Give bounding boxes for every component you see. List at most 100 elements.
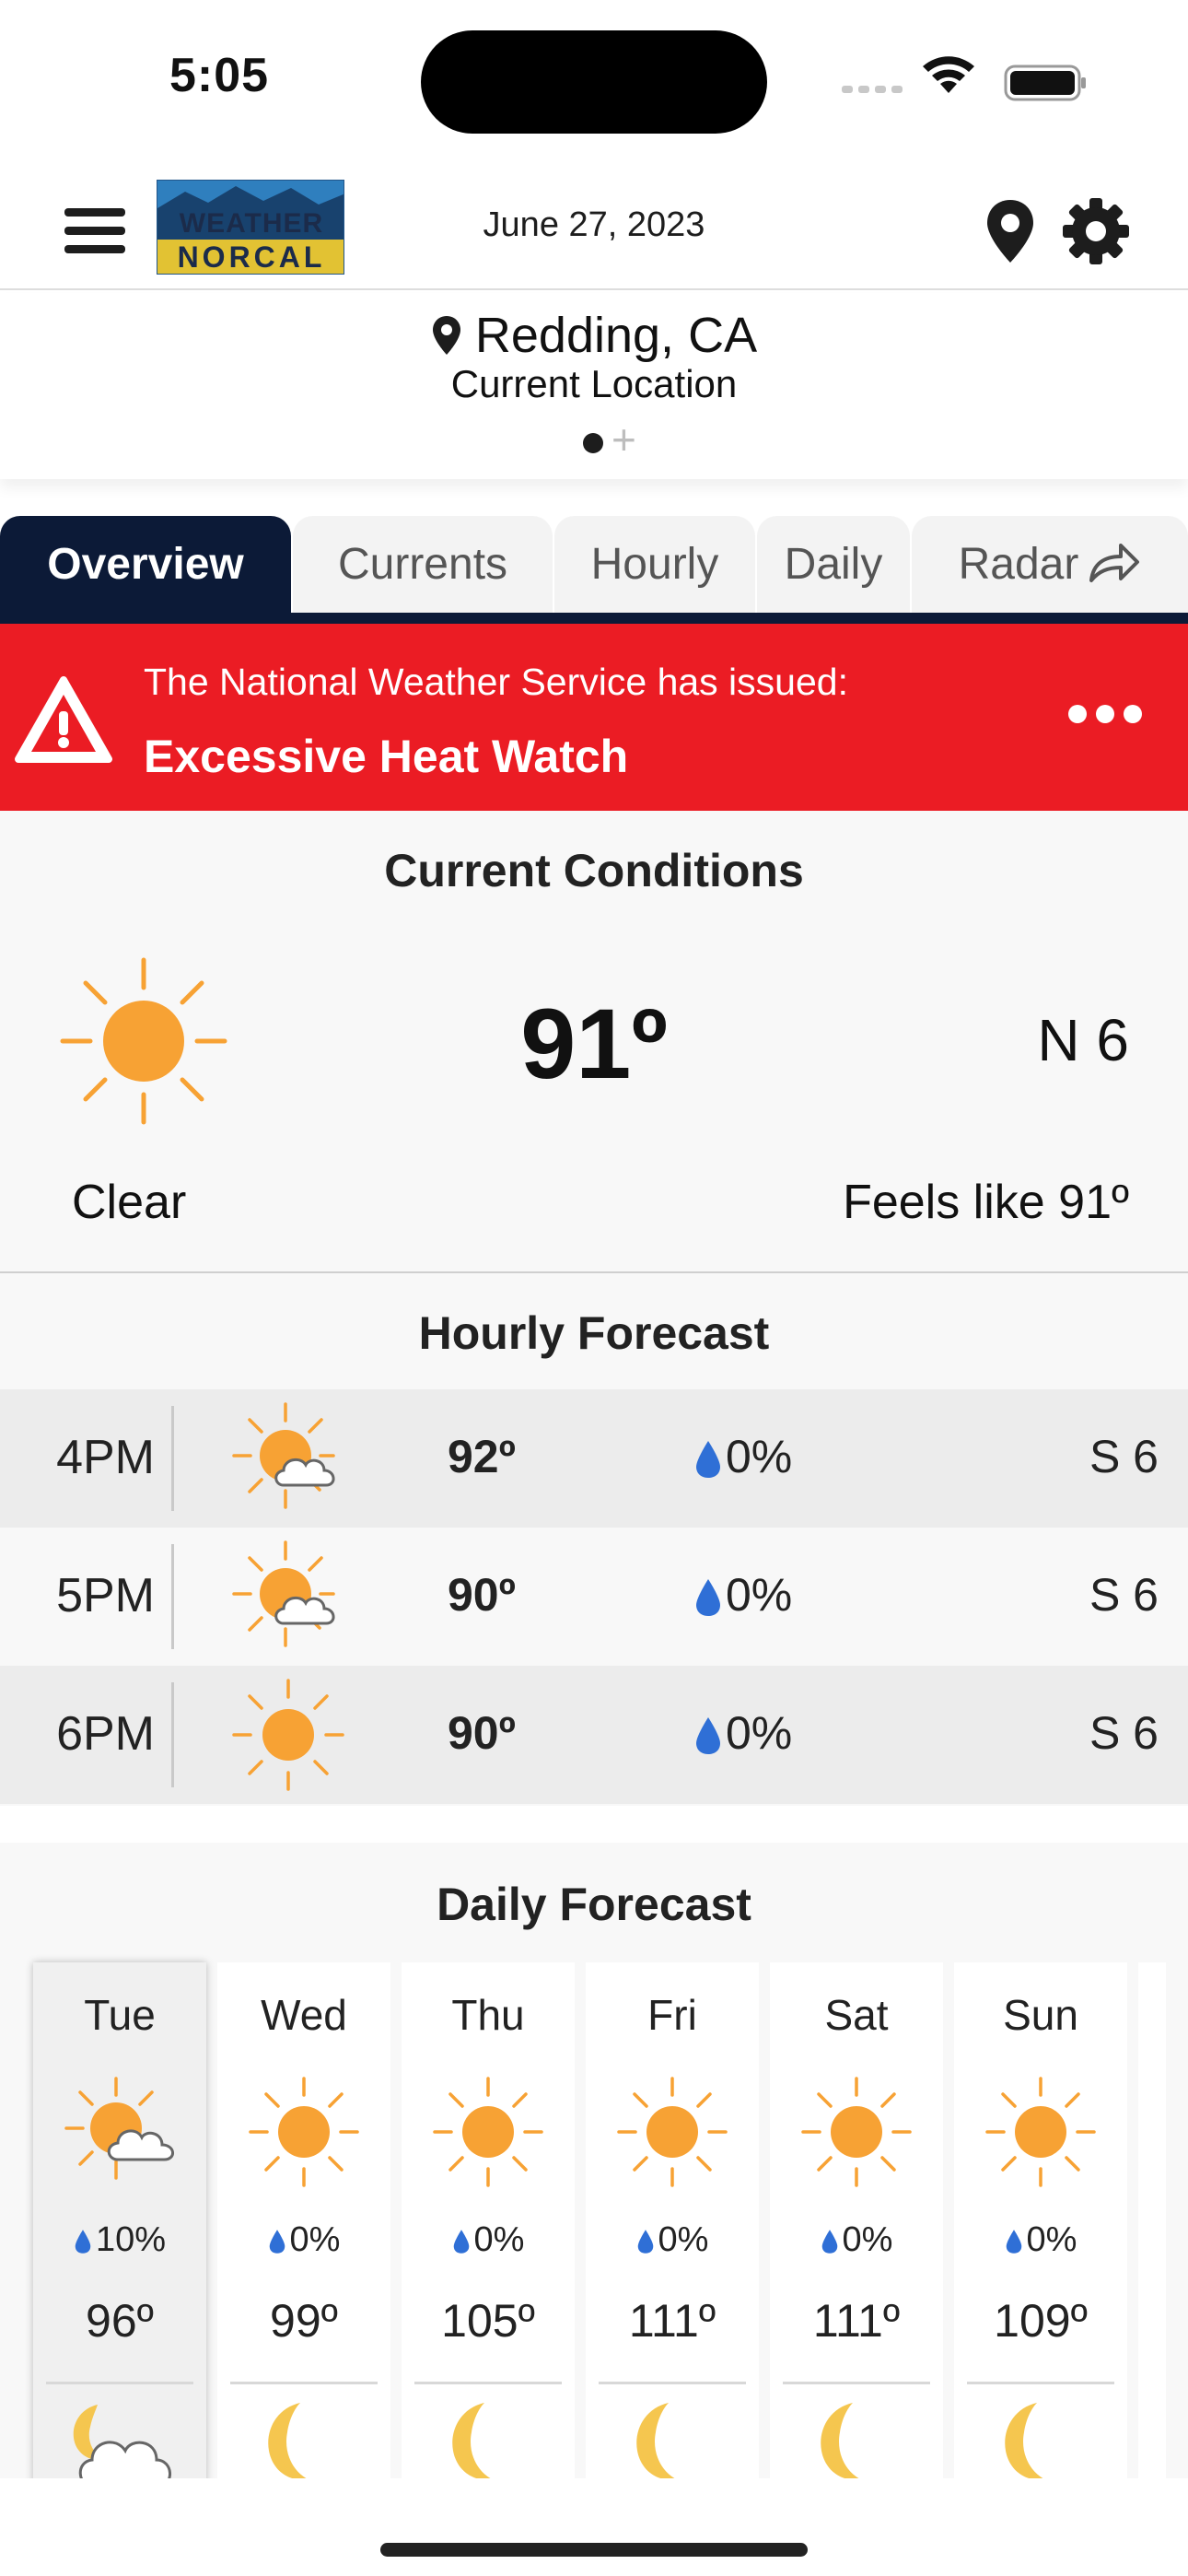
current-conditions-title: Current Conditions bbox=[384, 845, 804, 896]
location-page-dots[interactable]: + bbox=[578, 418, 652, 461]
daily-card[interactable]: Tue 10% 96º bbox=[33, 1962, 206, 2478]
weather-alert-banner[interactable]: The National Weather Service has issued:… bbox=[0, 624, 1188, 811]
location-subtitle: Current Location bbox=[450, 362, 738, 405]
divider bbox=[967, 2382, 1114, 2384]
tab-overview[interactable]: Overview bbox=[0, 516, 291, 613]
hourly-row[interactable]: 6PM 90º 0% S 6 bbox=[0, 1666, 1188, 1804]
raindrop-icon bbox=[696, 1441, 720, 1478]
weather-norcal-logo: WEATHER NORCAL bbox=[157, 180, 344, 275]
day-high-temp: 109º bbox=[994, 2295, 1088, 2347]
raindrop-icon bbox=[1006, 2230, 1021, 2254]
location-name: Redding, CA bbox=[474, 308, 758, 363]
day-name: Sun bbox=[1003, 1991, 1078, 2039]
hour-precip-value: 0% bbox=[726, 1707, 793, 1759]
moon-icon bbox=[636, 2403, 675, 2478]
feels-like: Feels like 91º bbox=[843, 1176, 1129, 1229]
moon-icon bbox=[452, 2403, 491, 2478]
tab-currents[interactable]: Currents bbox=[293, 516, 553, 613]
more-options-icon[interactable] bbox=[1068, 705, 1151, 732]
raindrop-icon bbox=[75, 2230, 91, 2254]
alert-issuer-text: The National Weather Service has issued: bbox=[144, 661, 848, 703]
hour-wind: S 6 bbox=[1089, 1569, 1159, 1621]
sun-icon bbox=[617, 2077, 728, 2187]
divider bbox=[783, 2382, 930, 2384]
day-name: Sat bbox=[824, 1991, 889, 2039]
divider bbox=[599, 2382, 746, 2384]
hour-wind: S 6 bbox=[1089, 1707, 1159, 1759]
daily-card[interactable]: Sat 0% 111º bbox=[770, 1962, 943, 2478]
app-header: WEATHER NORCAL June 27, 2023 bbox=[0, 170, 1188, 290]
daily-card[interactable]: Wed 0% 99º bbox=[217, 1962, 390, 2478]
location-pin-icon bbox=[432, 316, 460, 355]
tab-radar-label: Radar bbox=[958, 540, 1079, 589]
sun-icon bbox=[801, 2077, 912, 2187]
tab-daily[interactable]: Daily bbox=[757, 516, 910, 613]
raindrop-icon bbox=[821, 2230, 837, 2254]
current-temperature: 91º bbox=[520, 988, 668, 1099]
gear-icon[interactable] bbox=[1061, 196, 1131, 266]
divider bbox=[171, 1406, 174, 1511]
day-high-temp: 96º bbox=[86, 2295, 154, 2347]
divider bbox=[171, 1682, 174, 1787]
day-precip-value: 10% bbox=[95, 2220, 167, 2259]
daily-forecast-title: Daily Forecast bbox=[437, 1879, 751, 1930]
daily-forecast: Daily Forecast Tue 10% 96º Wed 0% 99º Th… bbox=[0, 1843, 1188, 2478]
logo-bottom-text: NORCAL bbox=[157, 240, 344, 274]
divider bbox=[171, 1544, 174, 1649]
moon-icon bbox=[1005, 2403, 1043, 2478]
day-precip-value: 0% bbox=[658, 2220, 709, 2259]
daily-card[interactable]: Fri 0% 111º bbox=[586, 1962, 759, 2478]
day-precip-value: 0% bbox=[289, 2220, 341, 2259]
status-bar: 5:05 bbox=[0, 0, 1188, 157]
day-high-temp: 99º bbox=[270, 2295, 338, 2347]
status-time: 5:05 bbox=[169, 49, 270, 102]
day-high-temp: 111º bbox=[628, 2295, 716, 2347]
partly-cloudy-icon bbox=[232, 1540, 335, 1647]
tab-hourly[interactable]: Hourly bbox=[554, 516, 755, 613]
location-header[interactable]: Redding, CA Current Location + bbox=[0, 293, 1188, 479]
hour-precip: 0% bbox=[694, 1706, 792, 1760]
current-condition: Clear bbox=[72, 1176, 187, 1229]
hour-time: 4PM bbox=[56, 1431, 155, 1484]
hour-wind: S 6 bbox=[1089, 1431, 1159, 1482]
divider bbox=[414, 2382, 562, 2384]
share-arrow-icon bbox=[1089, 544, 1140, 582]
add-location-plus-icon[interactable]: + bbox=[611, 418, 636, 461]
menu-button[interactable] bbox=[64, 203, 129, 258]
hour-time: 5PM bbox=[56, 1569, 155, 1622]
hourly-forecast: Hourly Forecast 4PM 92º 0% S 6 5PM 90º 0… bbox=[0, 1273, 1188, 1806]
daily-card[interactable]: Thu 0% 105º bbox=[402, 1962, 575, 2478]
bottom-safe-area bbox=[0, 2478, 1188, 2576]
location-line: Redding, CA bbox=[0, 307, 1188, 364]
day-precip: 0% bbox=[770, 2220, 943, 2260]
day-precip: 0% bbox=[217, 2220, 390, 2260]
daily-card-peek[interactable] bbox=[1138, 1962, 1166, 2478]
location-pin-icon[interactable] bbox=[980, 198, 1041, 264]
current-conditions: Current Conditions 91º N 6 Clear Feels l… bbox=[0, 811, 1188, 1273]
moon-icon bbox=[821, 2403, 859, 2478]
tab-radar[interactable]: Radar bbox=[912, 516, 1188, 613]
day-name: Thu bbox=[451, 1991, 525, 2039]
current-wind: N 6 bbox=[1037, 1007, 1129, 1073]
day-precip-value: 0% bbox=[473, 2220, 525, 2259]
hour-precip: 0% bbox=[694, 1430, 792, 1483]
status-icons bbox=[842, 56, 1086, 101]
hour-temp: 90º bbox=[448, 1707, 516, 1759]
moon-cloud-icon bbox=[73, 2405, 171, 2478]
wifi-icon bbox=[923, 56, 974, 93]
hourly-row[interactable]: 4PM 92º 0% S 6 bbox=[0, 1389, 1188, 1528]
day-high-temp: 105º bbox=[441, 2295, 535, 2347]
hour-temp: 92º bbox=[448, 1431, 516, 1482]
sun-icon bbox=[249, 2077, 359, 2187]
home-indicator[interactable] bbox=[380, 2543, 808, 2557]
hourly-row[interactable]: 5PM 90º 0% S 6 bbox=[0, 1528, 1188, 1666]
day-precip: 10% bbox=[33, 2220, 206, 2260]
divider bbox=[230, 2382, 378, 2384]
raindrop-icon bbox=[696, 1717, 720, 1754]
raindrop-icon bbox=[696, 1579, 720, 1616]
daily-card[interactable]: Sun 0% 109º bbox=[954, 1962, 1127, 2478]
warning-triangle-icon bbox=[15, 676, 112, 763]
day-name: Fri bbox=[647, 1991, 697, 2039]
sun-icon bbox=[232, 1679, 344, 1791]
day-name: Wed bbox=[261, 1991, 347, 2039]
